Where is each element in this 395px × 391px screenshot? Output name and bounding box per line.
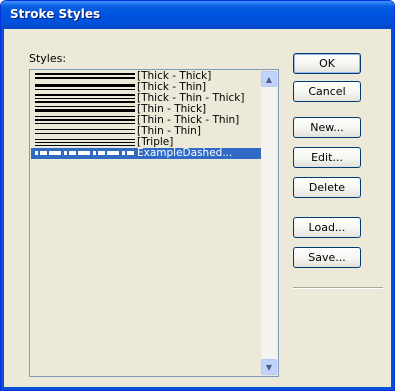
window-frame-right (391, 29, 394, 390)
stroke-thick-thin-thick-icon (35, 93, 135, 104)
load-button[interactable]: Load... (293, 217, 361, 238)
list-item-label: ExampleDashed... (137, 147, 233, 159)
window-title: Stroke Styles (10, 7, 101, 21)
stroke-thick-thick-icon (35, 71, 135, 82)
save-button[interactable]: Save... (293, 247, 361, 268)
button-separator (293, 287, 383, 289)
new-button[interactable]: New... (293, 117, 361, 138)
stroke-thick-thin-icon (35, 82, 135, 93)
edit-button[interactable]: Edit... (293, 147, 361, 168)
stroke-styles-dialog: Stroke Styles Styles: [Thick - Thick] [T… (0, 0, 395, 391)
stroke-thin-thick-thin-icon (35, 115, 135, 126)
window-frame-bottom (1, 387, 394, 390)
styles-list-scrollbar[interactable]: ▲ ▼ (261, 71, 277, 375)
styles-listbox[interactable]: [Thick - Thick] [Thick - Thin] [Thick - … (29, 69, 279, 377)
styles-list: [Thick - Thick] [Thick - Thin] [Thick - … (31, 71, 261, 159)
ok-button[interactable]: OK (293, 53, 361, 74)
scroll-up-arrow-icon[interactable]: ▲ (261, 71, 277, 87)
delete-button[interactable]: Delete (293, 177, 361, 198)
stroke-thin-thick-icon (35, 104, 135, 115)
stroke-triple-icon (35, 137, 135, 148)
cancel-button[interactable]: Cancel (293, 81, 361, 102)
title-bar[interactable]: Stroke Styles (1, 1, 394, 29)
stroke-thin-thin-icon (35, 126, 135, 137)
list-item-example-dashed[interactable]: ExampleDashed... (31, 148, 261, 159)
stroke-dashed-icon (35, 148, 135, 159)
styles-label: Styles: (29, 52, 67, 65)
scroll-down-arrow-icon[interactable]: ▼ (261, 359, 277, 375)
window-frame-left (1, 29, 4, 390)
